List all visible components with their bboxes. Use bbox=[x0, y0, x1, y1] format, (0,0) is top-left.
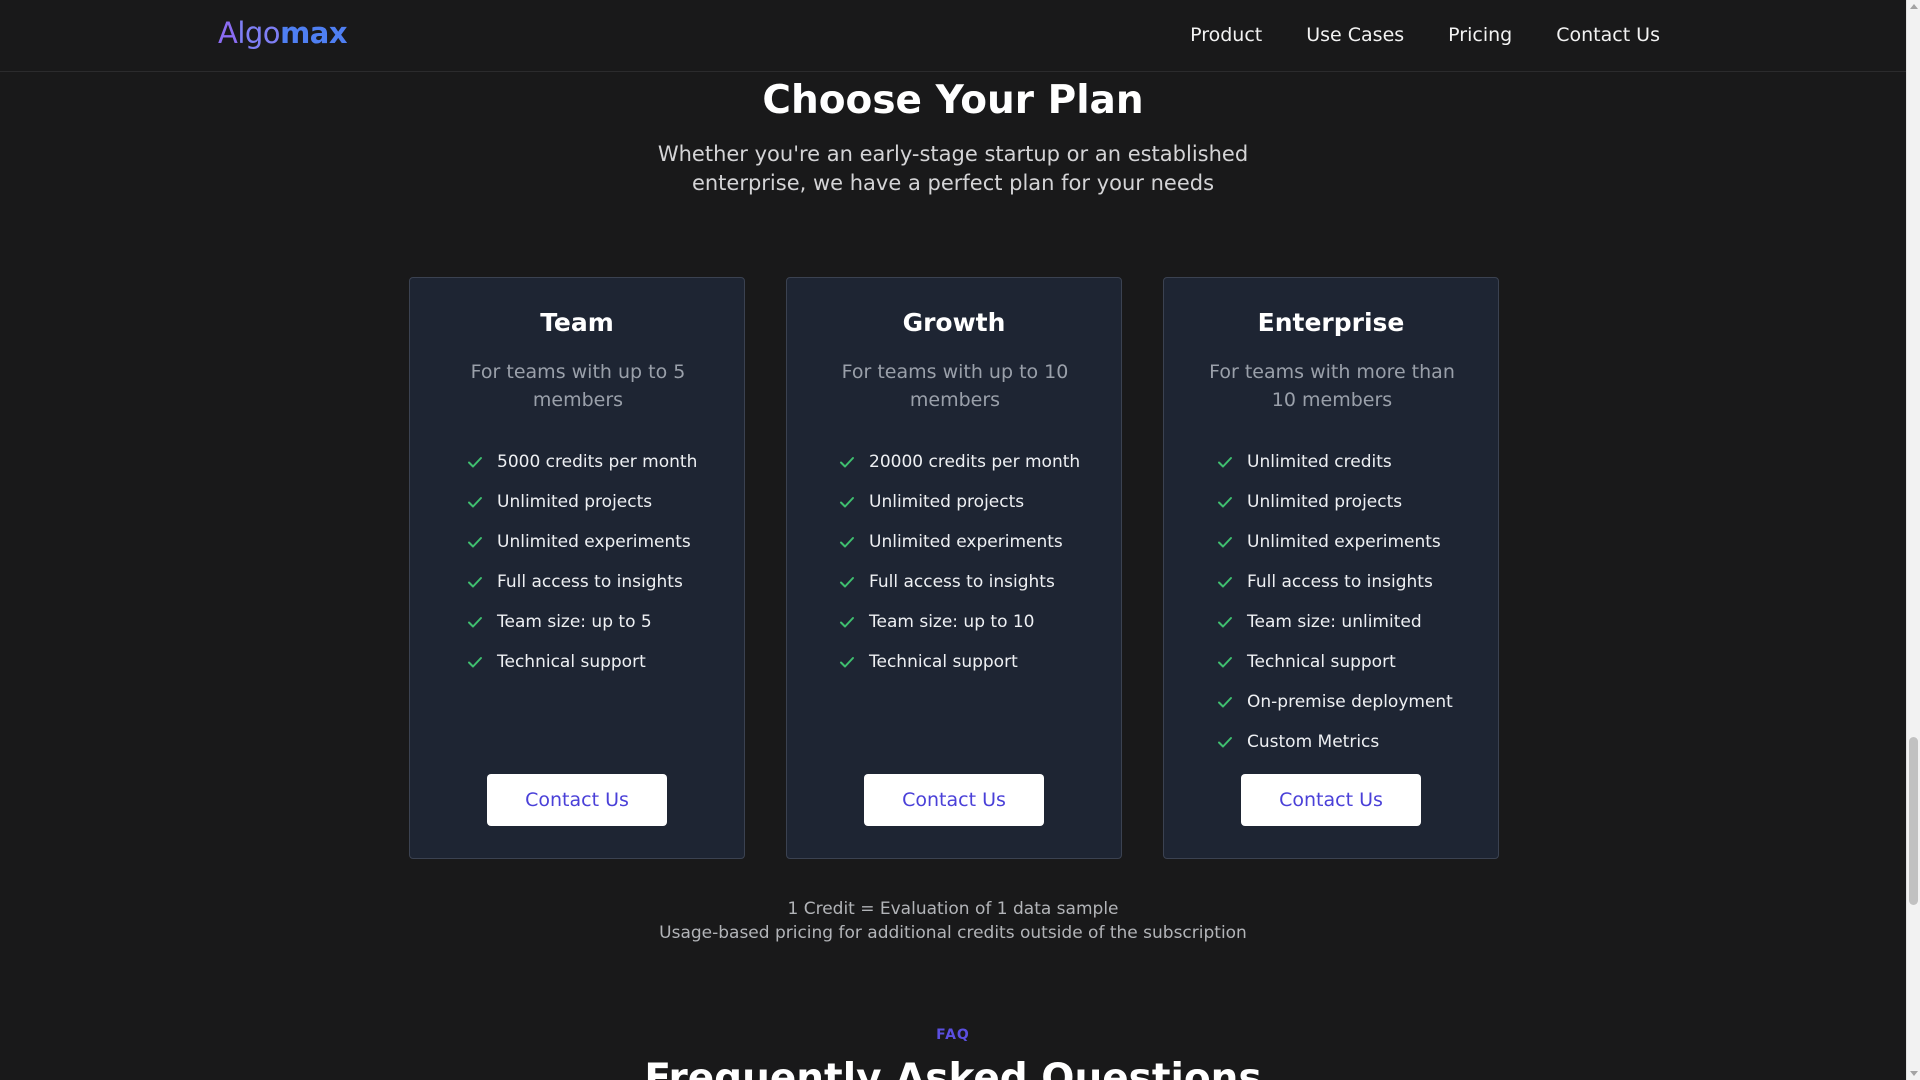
checkmark-icon bbox=[840, 497, 854, 508]
faq-title: Frequently Asked Questions bbox=[644, 1056, 1262, 1080]
top-navbar: Algo max Product Use Cases Pricing Contac… bbox=[0, 0, 1906, 72]
plan-feature-item: Technical support bbox=[1217, 642, 1453, 682]
plan-description: For teams with up to 10 members bbox=[841, 361, 1069, 411]
feature-label: Technical support bbox=[869, 652, 1018, 672]
feature-label: Team size: up to 10 bbox=[869, 612, 1035, 632]
checkmark-icon bbox=[1218, 697, 1232, 708]
checkmark-icon bbox=[1218, 537, 1232, 548]
scroll-down-arrow-icon[interactable] bbox=[1910, 1071, 1918, 1076]
plan-title: Growth bbox=[902, 308, 1006, 337]
nav-links: Product Use Cases Pricing Contact Us bbox=[1190, 0, 1660, 70]
plan-feature-item: Unlimited experiments bbox=[1217, 522, 1453, 562]
feature-label: Custom Metrics bbox=[1247, 732, 1380, 752]
faq-label: FAQ bbox=[936, 1027, 970, 1043]
checkmark-icon bbox=[840, 537, 854, 548]
plan-feature-item: Unlimited experiments bbox=[839, 522, 1080, 562]
checkmark-icon bbox=[1218, 617, 1232, 628]
checkmark-icon bbox=[468, 657, 482, 668]
checkmark-icon bbox=[840, 657, 854, 668]
credit-note: Usage-based pricing for additional credi… bbox=[659, 923, 1247, 943]
feature-label: Full access to insights bbox=[869, 572, 1055, 592]
feature-label: Full access to insights bbox=[1247, 572, 1433, 592]
checkmark-icon bbox=[468, 617, 482, 628]
plan-feature-item: 5000 credits per month bbox=[467, 442, 697, 482]
nav-item-contact-us[interactable]: Contact Us bbox=[1556, 24, 1660, 46]
scroll-up-arrow-icon[interactable] bbox=[1910, 4, 1918, 9]
checkmark-icon bbox=[1218, 457, 1232, 468]
feature-label: 20000 credits per month bbox=[869, 452, 1081, 472]
plan-feature-item: Full access to insights bbox=[839, 562, 1080, 602]
plan-feature-item: Full access to insights bbox=[467, 562, 697, 602]
feature-label: Unlimited experiments bbox=[1247, 532, 1441, 552]
checkmark-icon bbox=[840, 617, 854, 628]
checkmark-icon bbox=[1218, 657, 1232, 668]
checkmark-icon bbox=[840, 457, 854, 468]
feature-label: Technical support bbox=[1247, 652, 1396, 672]
contact-us-button[interactable]: Contact Us bbox=[864, 774, 1044, 826]
feature-label: Unlimited experiments bbox=[869, 532, 1063, 552]
plan-feature-item: Technical support bbox=[467, 642, 697, 682]
checkmark-icon bbox=[1218, 497, 1232, 508]
plan-feature-list: 5000 credits per month Unlimited projects… bbox=[467, 442, 697, 682]
feature-label: Unlimited projects bbox=[1247, 492, 1403, 512]
nav-item-use-cases[interactable]: Use Cases bbox=[1306, 24, 1404, 46]
checkmark-icon bbox=[468, 497, 482, 508]
checkmark-icon bbox=[468, 577, 482, 588]
plan-title: Team bbox=[540, 308, 614, 337]
plan-feature-item: Team size: up to 5 bbox=[467, 602, 697, 642]
feature-label: Technical support bbox=[497, 652, 646, 672]
feature-label: Full access to insights bbox=[497, 572, 683, 592]
nav-item-product[interactable]: Product bbox=[1190, 24, 1262, 46]
feature-label: Unlimited credits bbox=[1247, 452, 1392, 472]
checkmark-icon bbox=[468, 537, 482, 548]
plan-feature-list: 20000 credits per month Unlimited project… bbox=[839, 442, 1080, 682]
plan-feature-item: Unlimited projects bbox=[1217, 482, 1453, 522]
nav-item-pricing[interactable]: Pricing bbox=[1448, 24, 1512, 46]
vertical-scrollbar[interactable] bbox=[1906, 0, 1920, 1080]
contact-us-button[interactable]: Contact Us bbox=[1241, 774, 1421, 826]
checkmark-icon bbox=[468, 457, 482, 468]
brand-logo[interactable]: Algo max bbox=[218, 16, 348, 50]
plan-feature-list: Unlimited credits Unlimited projects Unlim… bbox=[1217, 442, 1453, 762]
checkmark-icon bbox=[840, 577, 854, 588]
checkmark-icon bbox=[1218, 577, 1232, 588]
plan-feature-item: Technical support bbox=[839, 642, 1080, 682]
plan-cards: Team For teams with up to 5 members 5000… bbox=[409, 277, 1499, 859]
plan-description: For teams with up to 5 members bbox=[470, 361, 686, 411]
plan-feature-item: 20000 credits per month bbox=[839, 442, 1080, 482]
feature-label: Unlimited projects bbox=[869, 492, 1025, 512]
plan-feature-item: Team size: up to 10 bbox=[839, 602, 1080, 642]
checkmark-icon bbox=[1218, 737, 1232, 748]
feature-label: 5000 credits per month bbox=[497, 452, 698, 472]
pricing-subtitle: Whether you're an early-stage startup or… bbox=[657, 142, 1249, 195]
plan-feature-item: Custom Metrics bbox=[1217, 722, 1453, 762]
plan-feature-item: Unlimited projects bbox=[839, 482, 1080, 522]
plan-feature-item: Full access to insights bbox=[1217, 562, 1453, 602]
plan-feature-item: Team size: unlimited bbox=[1217, 602, 1453, 642]
plan-feature-item: Unlimited projects bbox=[467, 482, 697, 522]
feature-label: Team size: up to 5 bbox=[497, 612, 652, 632]
feature-label: On-premise deployment bbox=[1247, 692, 1453, 712]
plan-card-growth: Growth For teams with up to 10 members 2… bbox=[786, 277, 1122, 859]
feature-label: Unlimited projects bbox=[497, 492, 653, 512]
plan-card-enterprise: Enterprise For teams with more than 10 m… bbox=[1163, 277, 1499, 859]
credit-note: 1 Credit = Evaluation of 1 data sample bbox=[787, 899, 1119, 919]
plan-feature-item: Unlimited experiments bbox=[467, 522, 697, 562]
pricing-title: Choose Your Plan bbox=[762, 78, 1144, 123]
feature-label: Unlimited experiments bbox=[497, 532, 691, 552]
plan-description: For teams with more than 10 members bbox=[1209, 361, 1455, 411]
plan-feature-item: On-premise deployment bbox=[1217, 682, 1453, 722]
pricing-page: Algo max Product Use Cases Pricing Contac… bbox=[0, 0, 1920, 1080]
contact-us-button[interactable]: Contact Us bbox=[487, 774, 667, 826]
feature-label: Team size: unlimited bbox=[1247, 612, 1422, 632]
plan-card-team: Team For teams with up to 5 members 5000… bbox=[409, 277, 745, 859]
scroll-thumb[interactable] bbox=[1909, 737, 1918, 905]
credit-notes: 1 Credit = Evaluation of 1 data sample U… bbox=[0, 897, 1906, 945]
plan-title: Enterprise bbox=[1257, 308, 1405, 337]
plan-feature-item: Unlimited credits bbox=[1217, 442, 1453, 482]
